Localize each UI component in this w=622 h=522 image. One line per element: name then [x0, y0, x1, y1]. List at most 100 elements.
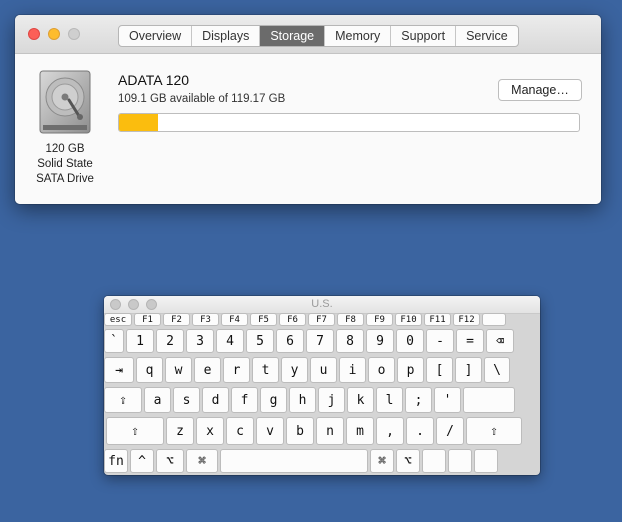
- key[interactable]: ⌘: [370, 449, 394, 473]
- key[interactable]: F5: [250, 313, 277, 326]
- key[interactable]: [422, 449, 446, 473]
- key[interactable]: 8: [336, 329, 364, 353]
- kbd-minimize-button[interactable]: [128, 299, 139, 310]
- key[interactable]: F1: [134, 313, 161, 326]
- key[interactable]: \: [484, 357, 510, 383]
- key[interactable]: fn: [104, 449, 128, 473]
- title-bar: Overview Displays Storage Memory Support…: [15, 15, 601, 54]
- key[interactable]: x: [196, 417, 224, 445]
- key[interactable]: ,: [376, 417, 404, 445]
- tab-service[interactable]: Service: [456, 26, 518, 46]
- disk-caption: 120 GB Solid State SATA Drive: [19, 142, 111, 187]
- kbd-close-button[interactable]: [110, 299, 121, 310]
- key[interactable]: 6: [276, 329, 304, 353]
- key[interactable]: m: [346, 417, 374, 445]
- tab-displays[interactable]: Displays: [192, 26, 261, 46]
- key[interactable]: f: [231, 387, 258, 413]
- key[interactable]: ⇧: [106, 417, 164, 445]
- key[interactable]: F2: [163, 313, 190, 326]
- keyboard-title-bar: U.S.: [104, 296, 540, 314]
- key[interactable]: 7: [306, 329, 334, 353]
- key[interactable]: i: [339, 357, 366, 383]
- key[interactable]: [448, 449, 472, 473]
- key[interactable]: [220, 449, 368, 473]
- key[interactable]: q: [136, 357, 163, 383]
- key[interactable]: 3: [186, 329, 214, 353]
- key[interactable]: ⇥: [104, 357, 134, 383]
- key[interactable]: F7: [308, 313, 335, 326]
- key[interactable]: esc: [104, 313, 132, 326]
- key[interactable]: ⌘: [186, 449, 218, 473]
- key[interactable]: ]: [455, 357, 482, 383]
- key[interactable]: c: [226, 417, 254, 445]
- key[interactable]: 2: [156, 329, 184, 353]
- tab-support[interactable]: Support: [391, 26, 457, 46]
- key[interactable]: a: [144, 387, 171, 413]
- key[interactable]: ⌥: [156, 449, 184, 473]
- key[interactable]: F6: [279, 313, 306, 326]
- tab-overview[interactable]: Overview: [119, 26, 193, 46]
- key[interactable]: ;: [405, 387, 432, 413]
- key[interactable]: k: [347, 387, 374, 413]
- keyboard-row: ⇥ q w e r t y u i o p[] \: [104, 357, 540, 383]
- key[interactable]: ^: [130, 449, 154, 473]
- key[interactable]: ⇪: [104, 387, 142, 413]
- key[interactable]: ⌥: [396, 449, 420, 473]
- key[interactable]: v: [256, 417, 284, 445]
- key[interactable]: 9: [366, 329, 394, 353]
- key[interactable]: p: [397, 357, 424, 383]
- key[interactable]: 5: [246, 329, 274, 353]
- manage-button[interactable]: Manage…: [498, 79, 582, 101]
- key[interactable]: b: [286, 417, 314, 445]
- key[interactable]: t: [252, 357, 279, 383]
- storage-usage-bar: [118, 113, 580, 132]
- key[interactable]: -: [426, 329, 454, 353]
- key[interactable]: e: [194, 357, 221, 383]
- kbd-zoom-button[interactable]: [146, 299, 157, 310]
- key[interactable]: n: [316, 417, 344, 445]
- minimize-button[interactable]: [48, 28, 60, 40]
- close-button[interactable]: [28, 28, 40, 40]
- key[interactable]: F10: [395, 313, 422, 326]
- tab-bar: Overview Displays Storage Memory Support…: [118, 25, 519, 47]
- zoom-button[interactable]: [68, 28, 80, 40]
- key[interactable]: d: [202, 387, 229, 413]
- key[interactable]: 0: [396, 329, 424, 353]
- key[interactable]: o: [368, 357, 395, 383]
- key[interactable]: `: [104, 329, 124, 353]
- keyboard-row: ` 1 2 3 4 5 6 7 8 9 0- = ⌫: [104, 329, 540, 353]
- key[interactable]: z: [166, 417, 194, 445]
- key[interactable]: ⌫: [486, 329, 514, 353]
- key[interactable]: 1: [126, 329, 154, 353]
- key[interactable]: j: [318, 387, 345, 413]
- disk-availability: 109.1 GB available of 119.17 GB: [118, 93, 286, 105]
- tab-storage[interactable]: Storage: [260, 26, 326, 46]
- storage-pane: 120 GB Solid State SATA Drive ADATA 120 …: [15, 54, 601, 204]
- key[interactable]: F11: [424, 313, 451, 326]
- tab-memory[interactable]: Memory: [325, 26, 392, 46]
- key[interactable]: =: [456, 329, 484, 353]
- key[interactable]: g: [260, 387, 287, 413]
- key[interactable]: F8: [337, 313, 364, 326]
- key[interactable]: s: [173, 387, 200, 413]
- key[interactable]: y: [281, 357, 308, 383]
- key[interactable]: F3: [192, 313, 219, 326]
- key[interactable]: [482, 313, 506, 326]
- key[interactable]: [474, 449, 498, 473]
- key[interactable]: /: [436, 417, 464, 445]
- keyboard-row: ⇧ z x c v b n m,. / ⇧: [104, 417, 540, 445]
- key[interactable]: h: [289, 387, 316, 413]
- key[interactable]: w: [165, 357, 192, 383]
- key[interactable]: F9: [366, 313, 393, 326]
- key[interactable]: .: [406, 417, 434, 445]
- key[interactable]: [463, 387, 515, 413]
- key[interactable]: 4: [216, 329, 244, 353]
- key[interactable]: u: [310, 357, 337, 383]
- key[interactable]: ⇧: [466, 417, 522, 445]
- key[interactable]: r: [223, 357, 250, 383]
- key[interactable]: [: [426, 357, 453, 383]
- key[interactable]: F12: [453, 313, 480, 326]
- key[interactable]: F4: [221, 313, 248, 326]
- key[interactable]: ': [434, 387, 461, 413]
- key[interactable]: l: [376, 387, 403, 413]
